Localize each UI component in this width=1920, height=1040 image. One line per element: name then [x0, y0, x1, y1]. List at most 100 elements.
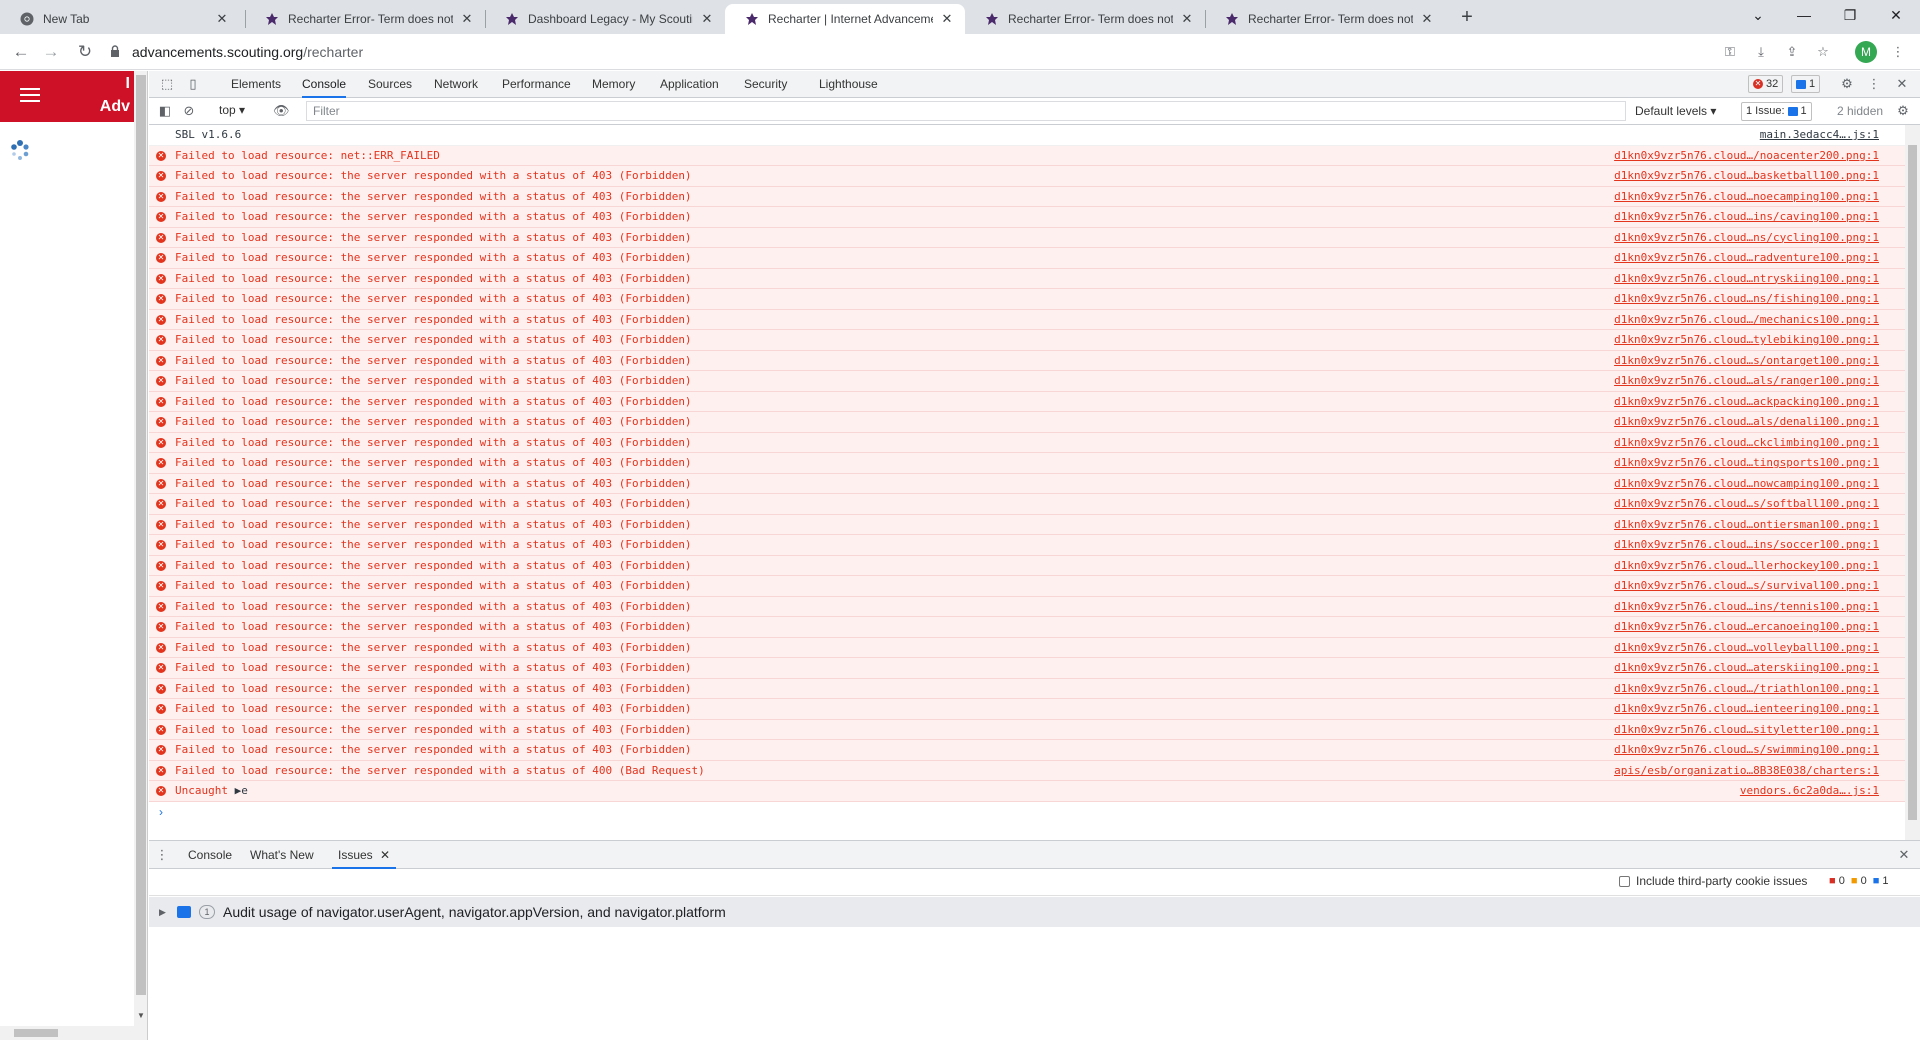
scrollbar-thumb[interactable] — [136, 75, 146, 995]
console-scrollbar[interactable] — [1905, 125, 1920, 840]
filter-input[interactable]: Filter — [306, 101, 1626, 121]
hamburger-menu-icon[interactable] — [20, 88, 40, 106]
console-message-row[interactable]: ✕ Failed to load resource: the server res… — [149, 391, 1905, 412]
console-message-row[interactable]: ✕ Failed to load resource: the server res… — [149, 473, 1905, 494]
source-link[interactable]: d1kn0x9vzr5n76.cloud…ckclimbing100.png:1 — [1614, 433, 1879, 453]
console-message-row[interactable]: ✕ Failed to load resource: the server res… — [149, 617, 1905, 638]
console-message-row[interactable]: ✕ Failed to load resource: the server res… — [149, 699, 1905, 720]
console-message-row[interactable]: ✕ Failed to load resource: the server res… — [149, 740, 1905, 761]
expand-triangle-icon[interactable]: ▶ — [228, 784, 242, 797]
console-message-row[interactable]: ✕ Failed to load resource: the server res… — [149, 186, 1905, 207]
source-link[interactable]: d1kn0x9vzr5n76.cloud…s/softball100.png:1 — [1614, 494, 1879, 514]
source-link[interactable]: d1kn0x9vzr5n76.cloud…tylebiking100.png:1 — [1614, 330, 1879, 350]
devtools-menu-icon[interactable]: ⋮ — [1866, 76, 1882, 92]
page-horizontal-scrollbar[interactable] — [0, 1026, 134, 1040]
sidebar-toggle-icon[interactable]: ◧ — [157, 103, 173, 119]
browser-menu-icon[interactable]: ⋮ — [1889, 43, 1907, 61]
scroll-down-arrow-icon[interactable]: ▼ — [134, 1011, 147, 1020]
close-window-button[interactable]: ✕ — [1873, 0, 1919, 32]
source-link[interactable]: apis/esb/organizatio…8B38E038/charters:1 — [1614, 761, 1879, 781]
drawer-tab-issues[interactable]: Issues ✕ — [332, 841, 397, 869]
console-message-row[interactable]: ✕ Failed to load resource: the server res… — [149, 309, 1905, 330]
source-link[interactable]: d1kn0x9vzr5n76.cloud…/mechanics100.png:1 — [1614, 310, 1879, 330]
console-settings-gear-icon[interactable]: ⚙ — [1895, 103, 1911, 119]
scrollbar-thumb[interactable] — [14, 1029, 58, 1037]
source-link[interactable]: d1kn0x9vzr5n76.cloud…llerhockey100.png:1 — [1614, 556, 1879, 576]
source-link[interactable]: d1kn0x9vzr5n76.cloud…s/ontarget100.png:1 — [1614, 351, 1879, 371]
checkbox[interactable] — [1619, 875, 1630, 887]
tab-search-icon[interactable]: ⌄ — [1735, 0, 1781, 32]
clear-console-icon[interactable]: ⊘ — [181, 103, 197, 119]
forward-arrow-icon[interactable]: → — [40, 41, 62, 63]
browser-tab-dashboard-legacy[interactable]: Dashboard Legacy - My Scouting ✕ — [485, 4, 725, 34]
source-link[interactable]: d1kn0x9vzr5n76.cloud…aterskiing100.png:1 — [1614, 658, 1879, 678]
browser-tab-recharter-error-3[interactable]: Recharter Error- Term does not m ✕ — [1205, 4, 1445, 34]
source-link[interactable]: d1kn0x9vzr5n76.cloud…ns/cycling100.png:1 — [1614, 228, 1879, 248]
console-message-row[interactable]: ✕ Failed to load resource: the server res… — [149, 555, 1905, 576]
tab-lighthouse[interactable]: Lighthouse — [819, 71, 878, 98]
install-app-icon[interactable]: ⤓ — [1752, 43, 1770, 61]
tab-sources[interactable]: Sources — [368, 71, 412, 98]
console-message-row[interactable]: ✕ Failed to load resource: net::ERR_FAILE… — [149, 145, 1905, 166]
tab-application[interactable]: Application — [660, 71, 719, 98]
source-link[interactable]: vendors.6c2a0da….js:1 — [1740, 781, 1879, 801]
browser-tab-recharter-error-1[interactable]: Recharter Error- Term does not m ✕ — [245, 4, 485, 34]
drawer-menu-icon[interactable]: ⋮ — [154, 847, 170, 863]
console-message-row[interactable]: ✕ Failed to load resource: the server res… — [149, 576, 1905, 597]
console-message-row[interactable]: ✕ Failed to load resource: the server res… — [149, 637, 1905, 658]
device-toolbar-icon[interactable]: ▯ — [185, 76, 201, 92]
source-link[interactable]: d1kn0x9vzr5n76.cloud…ins/caving100.png:1 — [1614, 207, 1879, 227]
close-tab-icon[interactable]: ✕ — [1419, 11, 1435, 27]
source-link[interactable]: d1kn0x9vzr5n76.cloud…s/survival100.png:1 — [1614, 576, 1879, 596]
source-link[interactable]: d1kn0x9vzr5n76.cloud…ins/soccer100.png:1 — [1614, 535, 1879, 555]
close-tab-icon[interactable]: ✕ — [699, 11, 715, 27]
console-message-row[interactable]: ✕ Failed to load resource: the server res… — [149, 453, 1905, 474]
source-link[interactable]: d1kn0x9vzr5n76.cloud…nowcamping100.png:1 — [1614, 474, 1879, 494]
console-message-row[interactable]: ✕ Failed to load resource: the server res… — [149, 412, 1905, 433]
back-arrow-icon[interactable]: ← — [10, 41, 32, 63]
source-link[interactable]: d1kn0x9vzr5n76.cloud…basketball100.png:1 — [1614, 166, 1879, 186]
key-icon[interactable]: ⚿ — [1721, 43, 1739, 61]
error-object[interactable]: e — [241, 784, 248, 797]
drawer-tab-console[interactable]: Console — [188, 841, 232, 869]
tab-performance[interactable]: Performance — [502, 71, 571, 98]
new-tab-button[interactable]: + — [1455, 5, 1479, 29]
console-messages[interactable]: SBL v1.6.6 main.3edacc4….js:1 ✕ Failed to l… — [149, 125, 1905, 840]
issue-row[interactable]: ▶ 1 Audit usage of navigator.userAgent, … — [149, 897, 1920, 927]
console-message-row[interactable]: ✕ Failed to load resource: the server res… — [149, 227, 1905, 248]
context-selector[interactable]: top ▾ — [219, 103, 245, 117]
source-link[interactable]: d1kn0x9vzr5n76.cloud…ns/fishing100.png:1 — [1614, 289, 1879, 309]
source-link[interactable]: d1kn0x9vzr5n76.cloud…als/denali100.png:1 — [1614, 412, 1879, 432]
console-message-row[interactable]: ✕ Failed to load resource: the server res… — [149, 658, 1905, 679]
console-message-row[interactable]: ✕ Failed to load resource: the server res… — [149, 535, 1905, 556]
scrollbar-thumb[interactable] — [1908, 145, 1917, 820]
console-message-row[interactable]: SBL v1.6.6 main.3edacc4….js:1 — [149, 125, 1905, 146]
source-link[interactable]: d1kn0x9vzr5n76.cloud…s/swimming100.png:1 — [1614, 740, 1879, 760]
source-link[interactable]: d1kn0x9vzr5n76.cloud…ins/tennis100.png:1 — [1614, 597, 1879, 617]
message-count-badge[interactable]: 1 — [1791, 75, 1821, 93]
settings-gear-icon[interactable]: ⚙ — [1839, 76, 1855, 92]
console-prompt[interactable]: › — [149, 802, 1905, 822]
inspect-element-icon[interactable]: ⬚ — [159, 76, 175, 92]
close-tab-icon[interactable]: ✕ — [214, 11, 230, 27]
console-message-row[interactable]: ✕ Failed to load resource: the server res… — [149, 678, 1905, 699]
console-message-row[interactable]: ✕ Failed to load resource: the server res… — [149, 760, 1905, 781]
minimize-button[interactable]: — — [1781, 0, 1827, 32]
share-icon[interactable]: ⇪ — [1783, 43, 1801, 61]
page-vertical-scrollbar[interactable]: ▼ — [134, 71, 147, 1040]
console-message-row[interactable]: ✕ Failed to load resource: the server res… — [149, 166, 1905, 187]
console-message-row[interactable]: ✕ Failed to load resource: the server res… — [149, 248, 1905, 269]
tab-console[interactable]: Console — [302, 71, 347, 98]
console-message-row[interactable]: ✕ Uncaught ▶e vendors.6c2a0da….js:1 — [149, 781, 1905, 802]
source-link[interactable]: d1kn0x9vzr5n76.cloud…ontiersman100.png:1 — [1614, 515, 1879, 535]
source-link[interactable]: d1kn0x9vzr5n76.cloud…ercanoeing100.png:1 — [1614, 617, 1879, 637]
source-link[interactable]: d1kn0x9vzr5n76.cloud…ienteering100.png:1 — [1614, 699, 1879, 719]
source-link[interactable]: d1kn0x9vzr5n76.cloud…/noacenter200.png:1 — [1614, 146, 1879, 166]
tab-elements[interactable]: Elements — [231, 71, 281, 98]
browser-tab-new-tab[interactable]: New Tab ✕ — [0, 4, 240, 34]
console-message-row[interactable]: ✕ Failed to load resource: the server res… — [149, 719, 1905, 740]
tab-network[interactable]: Network — [434, 71, 478, 98]
address-bar[interactable]: advancements.scouting.org/recharter — [110, 38, 1705, 66]
console-message-row[interactable]: ✕ Failed to load resource: the server res… — [149, 350, 1905, 371]
live-expression-eye-icon[interactable]: 👁 — [273, 103, 290, 119]
